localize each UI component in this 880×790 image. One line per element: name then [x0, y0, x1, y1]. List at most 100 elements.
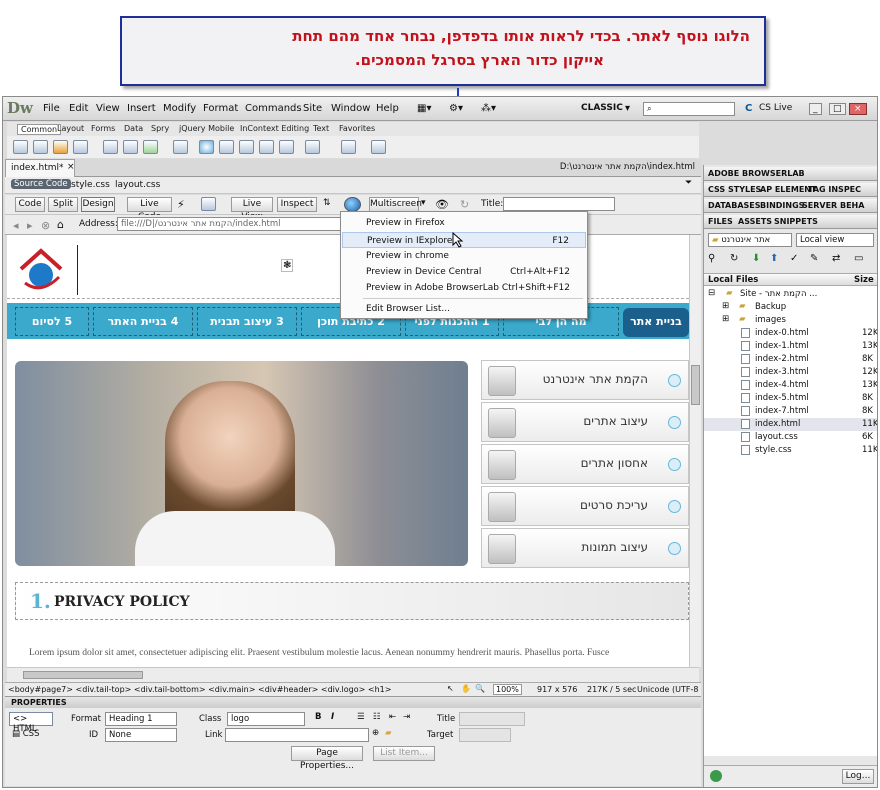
target-select[interactable] [459, 728, 511, 742]
css-mode-button[interactable]: ▤ CSS [9, 728, 42, 740]
expand-icon[interactable]: ▭ [854, 253, 863, 264]
related-file-layout[interactable]: layout.css [115, 180, 160, 190]
check-in-icon[interactable]: ✎ [810, 253, 818, 264]
named-anchor-icon[interactable] [53, 140, 68, 154]
ordered-list-icon[interactable]: ☷ [373, 712, 381, 722]
size-column[interactable]: Size [854, 275, 874, 285]
code-view-button[interactable]: Code [15, 197, 45, 212]
file-row[interactable]: layout.css 6K [704, 431, 877, 444]
tag-chooser-icon[interactable] [371, 140, 386, 154]
split-view-button[interactable]: Split [48, 197, 78, 212]
menu-help[interactable]: Help [376, 103, 399, 114]
inspect-icon[interactable]: ⚡ [177, 198, 185, 211]
link-input[interactable] [225, 728, 369, 742]
nav-item-home[interactable]: בניית אתר [623, 308, 689, 337]
menu-edit[interactable]: Edit [69, 103, 88, 114]
expand-icon[interactable]: ⊞ [722, 301, 729, 311]
tab-layout[interactable]: Layout [57, 124, 84, 133]
file-row[interactable]: index-0.html 12K [704, 327, 877, 340]
script-icon[interactable] [305, 140, 320, 154]
tab-bindings[interactable]: BINDINGS [760, 201, 804, 210]
list-item-button[interactable]: List Item... [373, 746, 435, 761]
check-browser-icon[interactable] [201, 197, 216, 211]
tab-snippets[interactable]: SNIPPETS [774, 217, 818, 226]
source-code-button[interactable]: Source Code [11, 179, 71, 189]
file-row[interactable]: index-3.html 12K [704, 366, 877, 379]
pointer-icon[interactable]: ↖ [447, 684, 454, 693]
live-view-button[interactable]: Live View [231, 197, 273, 222]
menu-file[interactable]: File [43, 103, 60, 114]
connect-icon[interactable]: ⚲ [708, 253, 715, 264]
tab-server-behaviors[interactable]: SERVER BEHA [802, 201, 864, 210]
div-icon[interactable] [123, 140, 138, 154]
bold-button[interactable]: B [315, 712, 321, 722]
close-icon[interactable]: × [67, 162, 75, 172]
file-row[interactable]: ⊞ ▰ images [704, 314, 877, 327]
local-files-column[interactable]: Local Files [708, 275, 758, 285]
collapse-icon[interactable]: ⊟ [708, 288, 715, 298]
italic-button[interactable]: I [331, 712, 334, 722]
menu-view[interactable]: View [96, 103, 120, 114]
cs-live-icon[interactable]: C [745, 103, 752, 114]
file-row[interactable]: ⊟ ▰ Site - הקמת אתר ... [704, 288, 877, 301]
window-size[interactable]: 917 x 576 [537, 685, 577, 694]
nav-item-finish[interactable]: 5 לסיום [15, 307, 89, 336]
horizontal-scrollbar[interactable] [7, 667, 699, 682]
page-title-input[interactable] [503, 197, 615, 211]
get-files-icon[interactable]: ⬇ [752, 253, 760, 264]
multiscreen-button[interactable]: Multiscreen [369, 197, 422, 212]
file-row[interactable]: index-5.html 8K [704, 392, 877, 405]
tab-databases[interactable]: DATABASES [708, 201, 761, 210]
menu-format[interactable]: Format [203, 103, 238, 114]
class-select[interactable]: logo [227, 712, 305, 726]
nav-item-template[interactable]: 3 עיצוב תבנית [197, 307, 297, 336]
preview-globe-icon[interactable] [344, 197, 361, 212]
unordered-list-icon[interactable]: ☰ [357, 712, 365, 722]
site-select[interactable]: ▰ אתר אינטרנט [708, 233, 792, 247]
back-icon[interactable]: ◂ [13, 219, 19, 232]
tab-incontext[interactable]: InContext Editing [240, 124, 309, 133]
design-view-button[interactable]: Design [81, 197, 115, 212]
service-item[interactable]: הקמת אתר אינטרנט [481, 360, 689, 400]
title-input[interactable] [459, 712, 525, 726]
layout-icon[interactable]: ▦▾ [417, 103, 431, 114]
vertical-scrollbar[interactable] [689, 235, 701, 667]
expand-icon[interactable]: ⊞ [722, 314, 729, 324]
menu-window[interactable]: Window [331, 103, 370, 114]
date-icon[interactable] [219, 140, 234, 154]
view-select[interactable]: Local view [796, 233, 874, 247]
tab-text[interactable]: Text [313, 124, 329, 133]
service-item[interactable]: עיצוב תמונות [481, 528, 689, 568]
email-link-icon[interactable] [33, 140, 48, 154]
site-icon[interactable]: ⁂▾ [481, 103, 496, 114]
tag-selector[interactable]: <body#page7> <div.tail-top> <div.tail-bo… [8, 685, 391, 694]
indent-icon[interactable]: ⇥ [403, 712, 410, 722]
file-row[interactable]: index-2.html 8K [704, 353, 877, 366]
widget-icon[interactable] [199, 140, 214, 154]
browserlab-header[interactable]: ADOBE BROWSERLAB [704, 167, 877, 181]
filter-icon[interactable]: ⏷ [685, 178, 692, 188]
tab-forms[interactable]: Forms [91, 124, 115, 133]
document-tab[interactable]: index.html* × [5, 159, 75, 177]
file-row[interactable]: index-4.html 13K [704, 379, 877, 392]
tab-tag-inspector[interactable]: TAG INSPEC [808, 185, 861, 194]
workspace-switcher[interactable]: CLASSIC [581, 103, 623, 113]
page-properties-button[interactable]: Page Properties... [291, 746, 363, 771]
site-logo[interactable] [17, 247, 65, 293]
file-row[interactable]: index-7.html 8K [704, 405, 877, 418]
visual-aids-icon[interactable]: 👁 [435, 198, 449, 211]
put-files-icon[interactable]: ⬆ [770, 253, 778, 264]
maximize-button[interactable]: □ [829, 103, 846, 115]
search-input[interactable]: ⌕ [643, 102, 735, 116]
check-out-icon[interactable]: ✓ [790, 253, 798, 264]
templates-icon[interactable] [341, 140, 356, 154]
refresh-icon[interactable]: ↻ [460, 198, 469, 211]
service-item[interactable]: אחסון אתרים [481, 444, 689, 484]
file-row-selected[interactable]: index.html 11K [704, 418, 877, 431]
file-row[interactable]: index-1.html 13K [704, 340, 877, 353]
tab-css-styles[interactable]: CSS STYLES [708, 185, 761, 194]
related-file-style[interactable]: style.css [71, 180, 110, 190]
menu-item-preview-chrome[interactable]: Preview in chrome [342, 248, 586, 264]
menu-item-preview-browserlab[interactable]: Preview in Adobe BrowserLab Ctrl+Shift+F1… [342, 280, 586, 296]
menu-item-edit-browser-list[interactable]: Edit Browser List... [342, 301, 586, 317]
